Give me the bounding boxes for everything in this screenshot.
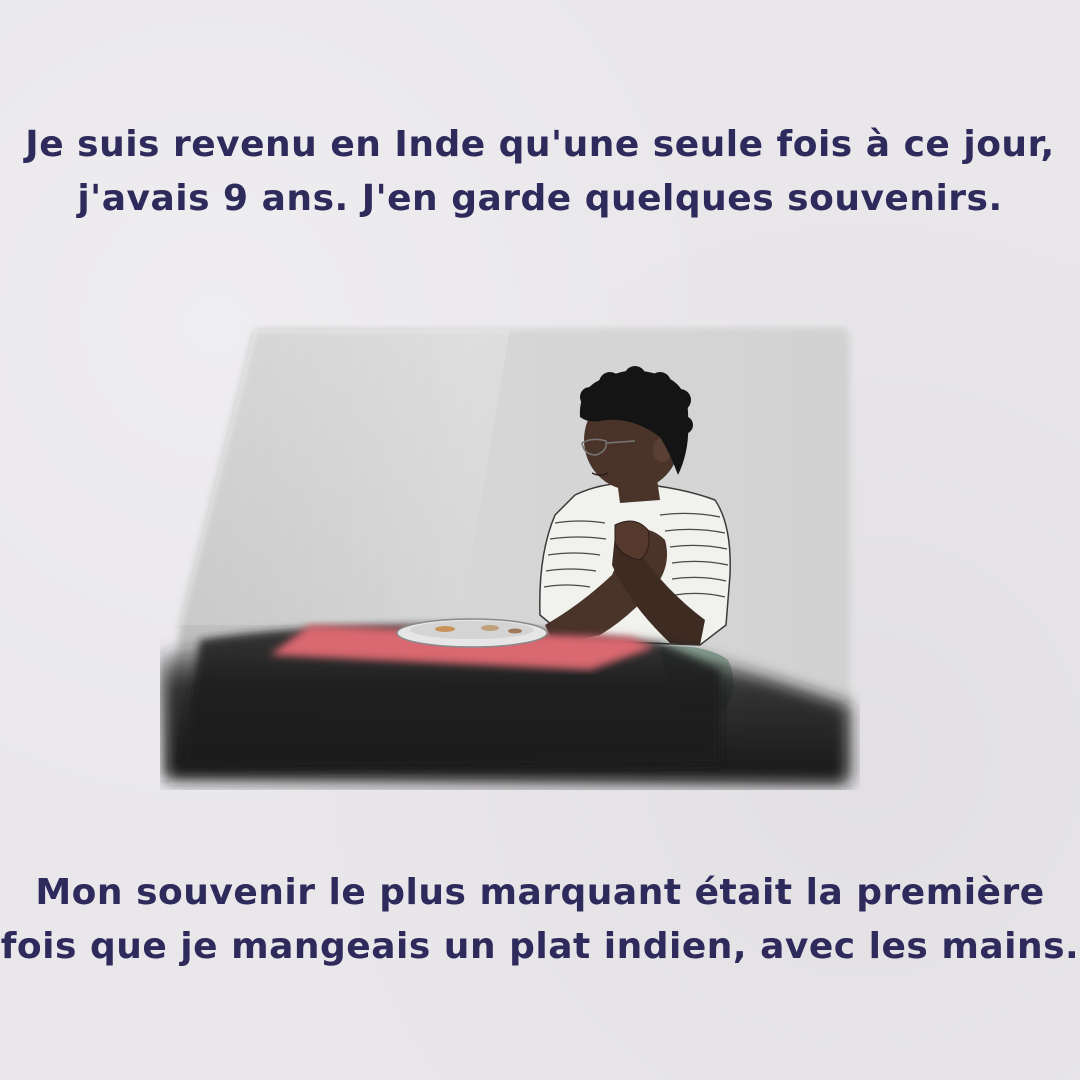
plate-icon [396,618,548,648]
caption-top: Je suis revenu en Inde qu'une seule fois… [0,118,1080,226]
caption-top-line-2: j'avais 9 ans. J'en garde quelques souve… [77,178,1003,219]
caption-bottom-line-2: fois que je mangeais un plat indien, ave… [0,926,1080,967]
illustration-boy-at-table [160,325,860,790]
caption-bottom-line-1: Mon souvenir le plus marquant était la p… [35,872,1045,913]
caption-top-line-1: Je suis revenu en Inde qu'une seule fois… [25,124,1055,165]
light-beam [180,330,510,625]
caption-bottom: Mon souvenir le plus marquant était la p… [0,866,1080,974]
